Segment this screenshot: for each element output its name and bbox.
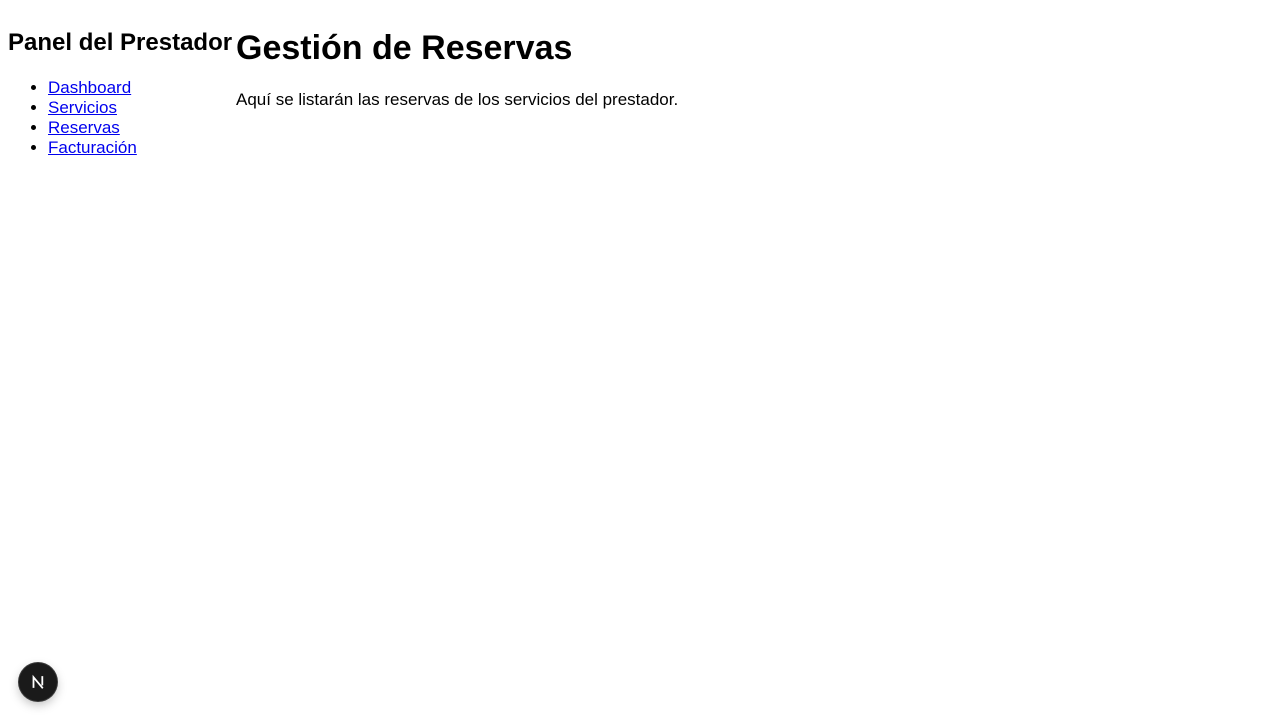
sidebar-item-reservas: Reservas: [48, 118, 236, 138]
sidebar-title: Panel del Prestador: [8, 29, 233, 56]
sidebar-nav: Dashboard Servicios Reservas Facturación: [8, 78, 236, 158]
sidebar-item-facturacion: Facturación: [48, 138, 236, 158]
sidebar: Panel del Prestador Dashboard Servicios …: [0, 0, 236, 158]
sidebar-link-facturacion[interactable]: Facturación: [48, 138, 137, 157]
sidebar-link-dashboard[interactable]: Dashboard: [48, 78, 131, 97]
sidebar-link-reservas[interactable]: Reservas: [48, 118, 120, 137]
app-layout: Panel del Prestador Dashboard Servicios …: [0, 0, 1280, 158]
page-title: Gestión de Reservas: [236, 29, 573, 67]
sidebar-item-dashboard: Dashboard: [48, 78, 236, 98]
sidebar-item-servicios: Servicios: [48, 98, 236, 118]
sidebar-link-servicios[interactable]: Servicios: [48, 98, 117, 117]
nextjs-icon: [32, 674, 44, 689]
page-description: Aquí se listarán las reservas de los ser…: [236, 90, 679, 109]
main-content: Gestión de Reservas Aquí se listarán las…: [236, 0, 1280, 110]
nextjs-devtools-button[interactable]: [19, 663, 57, 701]
